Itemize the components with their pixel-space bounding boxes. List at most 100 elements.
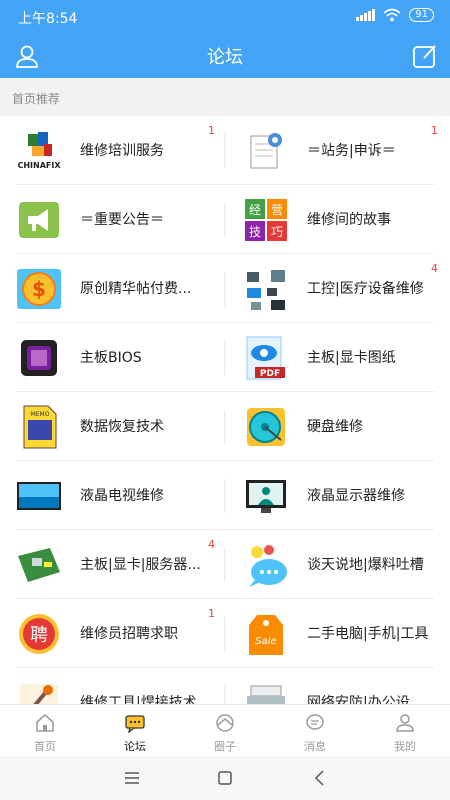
forum-item[interactable]: 硬盘维修 (225, 392, 450, 461)
nav-message[interactable]: 消息 (270, 705, 360, 756)
forum-row: 维修工具|焊接技术 网络安防|办公设 (0, 668, 450, 704)
unread-badge: 1 (208, 607, 215, 620)
forum-item[interactable]: 工控|医疗设备维修 4 (225, 254, 450, 323)
forum-row: 聘 维修员招聘求职 1 Sale 二手电脑|手机|工具 (0, 599, 450, 668)
unread-badge: 4 (431, 262, 438, 275)
sd-card-icon: MEMO (16, 404, 62, 450)
forum-icon (125, 715, 145, 733)
section-header: 首页推荐 (0, 78, 450, 116)
tv-screen-icon (16, 473, 62, 519)
forum-label: 维修间的故事 (307, 212, 391, 228)
forum-item[interactable]: 网络安防|办公设 (225, 668, 450, 704)
unread-badge: 1 (431, 124, 438, 137)
forum-label: 维修培训服务 (80, 143, 164, 159)
forum-label: 网络安防|办公设 (307, 695, 410, 704)
chinafix-logo-icon: CHINAFIX (16, 128, 62, 174)
svg-text:经: 经 (249, 203, 261, 217)
nav-circle[interactable]: 圈子 (180, 705, 270, 756)
status-icons: 91 (356, 8, 434, 22)
unread-badge: 1 (208, 124, 215, 137)
forum-item[interactable]: 经 营 技 巧 维修间的故事 (225, 185, 450, 254)
home-square-icon[interactable] (215, 768, 235, 788)
svg-text:聘: 聘 (30, 625, 48, 646)
forum-label: 工控|医疗设备维修 (307, 281, 424, 297)
forum-item[interactable]: $ 原创精华帖付费... (0, 254, 225, 323)
megaphone-icon (16, 197, 62, 243)
hard-disk-icon (243, 404, 289, 450)
forum-row: 主板|显卡|服务器... 4 谈天说地|爆料吐槽 (0, 530, 450, 599)
forum-label: 谈天说地|爆料吐槽 (307, 557, 424, 573)
back-icon[interactable] (310, 768, 330, 788)
forum-label: 原创精华帖付费... (80, 281, 192, 297)
forum-label: 维修工具|焊接技术 (80, 695, 197, 704)
nav-home[interactable]: 首页 (0, 705, 90, 756)
forum-item[interactable]: 聘 维修员招聘求职 1 (0, 599, 225, 668)
forum-item[interactable]: 维修工具|焊接技术 (0, 668, 225, 704)
chat-bubble-icon (243, 542, 289, 588)
svg-text:PDF: PDF (260, 369, 280, 379)
forum-label: ＝站务|申诉＝ (307, 143, 396, 159)
chip-icon (16, 335, 62, 381)
forum-item[interactable]: 谈天说地|爆料吐槽 (225, 530, 450, 599)
profile-icon (396, 714, 414, 732)
nav-label: 我的 (394, 740, 416, 753)
notepad-icon (243, 128, 289, 174)
forum-label: 硬盘维修 (307, 419, 363, 435)
svg-text:MEMO: MEMO (31, 411, 50, 418)
nav-forum[interactable]: 论坛 (90, 705, 180, 756)
unread-badge: 4 (208, 538, 215, 551)
forum-label: 液晶电视维修 (80, 488, 164, 504)
forum-item[interactable]: MEMO 数据恢复技术 (0, 392, 225, 461)
forum-item[interactable]: 液晶电视维修 (0, 461, 225, 530)
story-tiles-icon: 经 营 技 巧 (243, 197, 289, 243)
home-icon (36, 714, 54, 732)
svg-text:CHINAFIX: CHINAFIX (17, 161, 61, 170)
nav-label: 圈子 (214, 740, 236, 753)
forum-item[interactable]: Sale 二手电脑|手机|工具 (225, 599, 450, 668)
compose-icon[interactable] (412, 43, 438, 69)
signal-icon (356, 9, 376, 21)
forum-item[interactable]: CHINAFIX 维修培训服务 1 (0, 116, 225, 185)
forum-label: 液晶显示器维修 (307, 488, 405, 504)
monitor-icon (243, 473, 289, 519)
forum-label: 主板BIOS (80, 350, 142, 366)
forum-row: 主板BIOS PDF 主板|显卡图纸 (0, 323, 450, 392)
svg-text:Sale: Sale (255, 636, 276, 647)
svg-text:$: $ (32, 277, 46, 301)
nav-label: 论坛 (124, 740, 146, 753)
forum-grid: CHINAFIX 维修培训服务 1 ＝站务|申诉＝ 1 ＝重要公告＝ 经 营 技… (0, 116, 450, 704)
battery-indicator: 91 (409, 8, 434, 22)
bottom-nav: 首页 论坛 圈子 消息 我的 (0, 704, 450, 756)
nav-label: 首页 (34, 740, 56, 753)
forum-row: ＝重要公告＝ 经 营 技 巧 维修间的故事 (0, 185, 450, 254)
forum-row: CHINAFIX 维修培训服务 1 ＝站务|申诉＝ 1 (0, 116, 450, 185)
forum-label: 二手电脑|手机|工具 (307, 626, 429, 642)
status-bar: 上午8:54 91 (0, 0, 450, 34)
message-icon (306, 714, 324, 730)
forum-item[interactable]: 主板|显卡|服务器... 4 (0, 530, 225, 599)
forum-row: MEMO 数据恢复技术 硬盘维修 (0, 392, 450, 461)
forum-item[interactable]: 液晶显示器维修 (225, 461, 450, 530)
nav-profile[interactable]: 我的 (360, 705, 450, 756)
forum-label: ＝重要公告＝ (80, 212, 164, 228)
circle-icon (216, 714, 234, 732)
page-title: 论坛 (207, 47, 243, 68)
forum-label: 主板|显卡图纸 (307, 350, 396, 366)
motherboard-icon (16, 542, 62, 588)
dollar-icon: $ (16, 266, 62, 312)
wifi-icon (383, 8, 401, 22)
menu-icon[interactable] (122, 768, 142, 788)
forum-label: 维修员招聘求职 (80, 626, 178, 642)
forum-item[interactable]: ＝站务|申诉＝ 1 (225, 116, 450, 185)
forum-row: 液晶电视维修 液晶显示器维修 (0, 461, 450, 530)
svg-text:营: 营 (271, 203, 283, 217)
forum-item[interactable]: ＝重要公告＝ (0, 185, 225, 254)
printer-icon (243, 680, 289, 704)
status-time: 上午8:54 (18, 11, 78, 27)
forum-item[interactable]: 主板BIOS (0, 323, 225, 392)
sale-tag-icon: Sale (243, 611, 289, 657)
svg-text:巧: 巧 (271, 225, 283, 239)
hire-seal-icon: 聘 (16, 611, 62, 657)
nav-label: 消息 (304, 740, 326, 753)
forum-item[interactable]: PDF 主板|显卡图纸 (225, 323, 450, 392)
